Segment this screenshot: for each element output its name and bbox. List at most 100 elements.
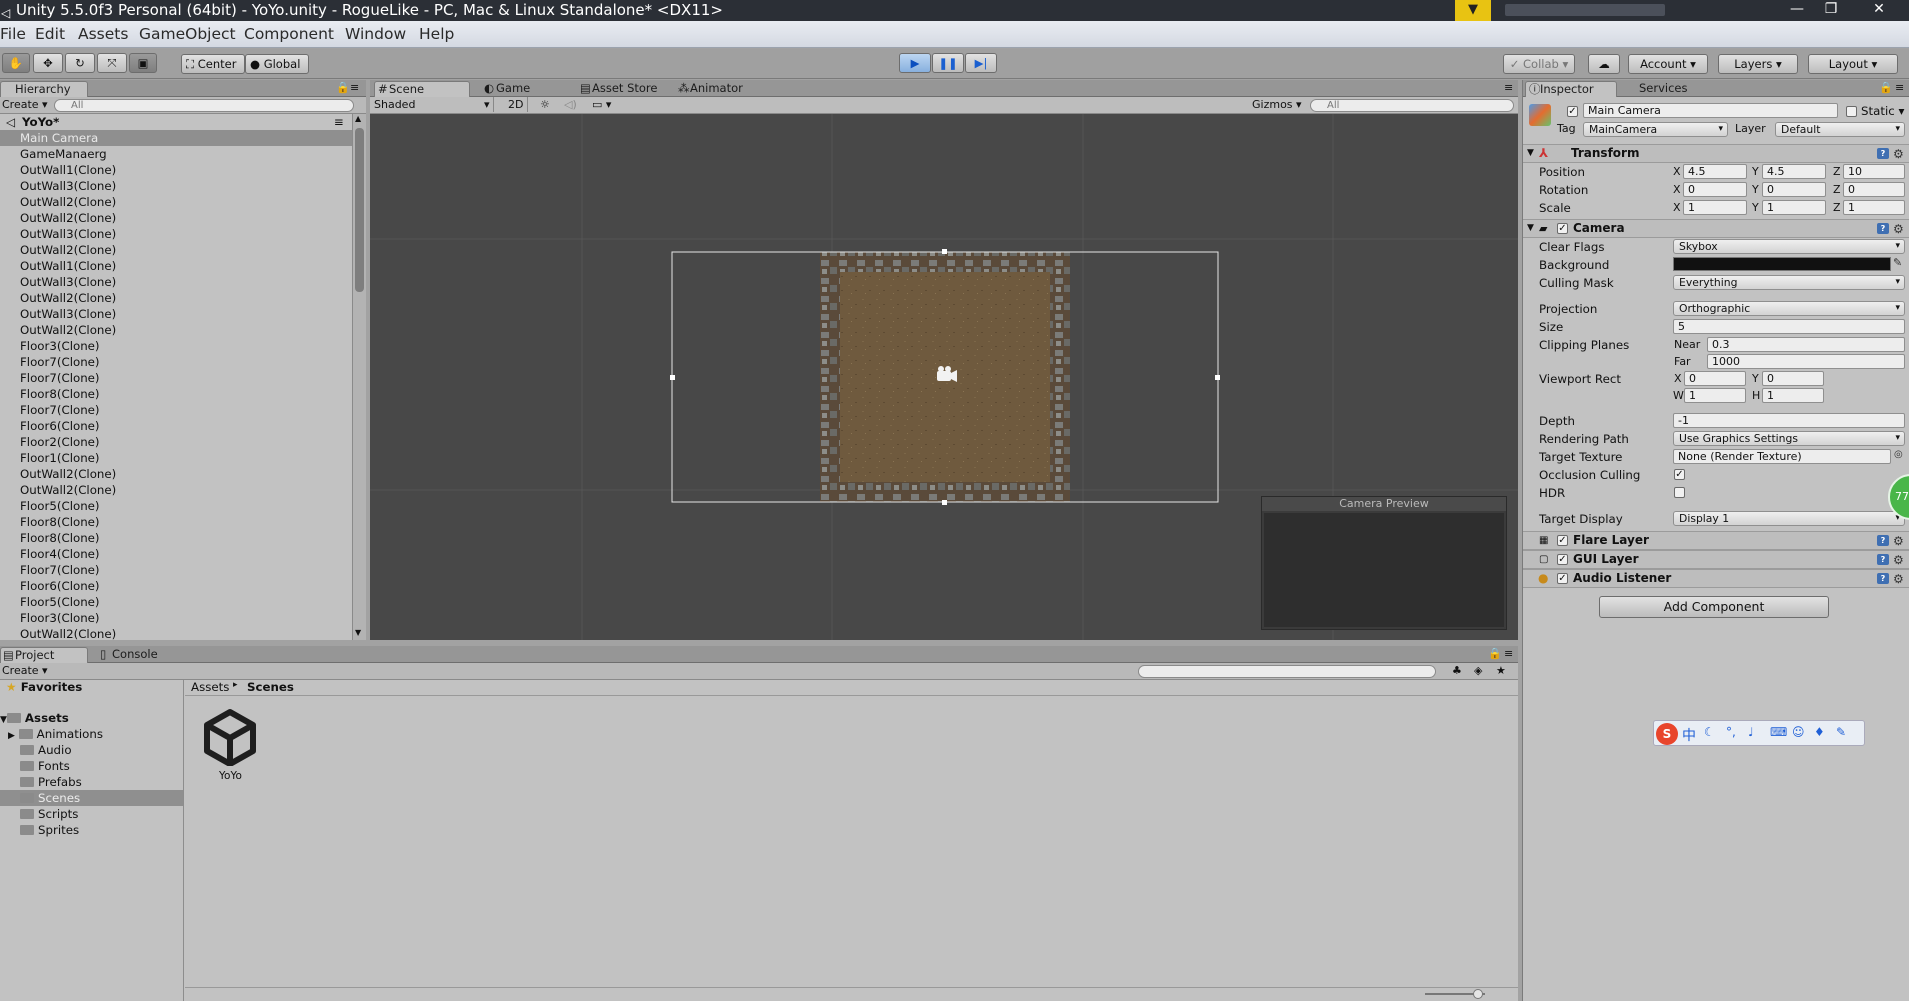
favorite-star-icon[interactable]: ★ (1496, 663, 1506, 678)
hierarchy-item[interactable]: Floor7(Clone) (0, 370, 352, 386)
position-z-input[interactable]: 10 (1843, 164, 1905, 179)
tab-game[interactable]: ◐ Game (482, 81, 556, 97)
clear-flags-dropdown[interactable]: Skybox (1673, 239, 1905, 254)
rendering-path-dropdown[interactable]: Use Graphics Settings (1673, 431, 1905, 446)
breadcrumb-assets[interactable]: Assets (191, 680, 229, 694)
viewport-h-input[interactable]: 1 (1762, 388, 1824, 403)
panel-menu-icon[interactable]: ≡ (1895, 80, 1904, 95)
effects-icon[interactable]: ▭ ▾ (592, 97, 611, 112)
help-icon[interactable]: ? (1877, 573, 1889, 584)
rect-tool-button[interactable]: ▣ (129, 53, 157, 73)
scroll-up-icon[interactable]: ▲ (355, 114, 361, 123)
folder-item[interactable]: Scripts (20, 807, 78, 821)
hierarchy-item[interactable]: Floor8(Clone) (0, 514, 352, 530)
target-display-dropdown[interactable]: Display 1 (1673, 511, 1905, 526)
create-dropdown[interactable]: Create ▾ (2, 663, 48, 678)
hierarchy-item[interactable]: Floor6(Clone) (0, 418, 352, 434)
tab-console[interactable]: ▯ Console (98, 647, 178, 663)
step-button[interactable]: ▶| (965, 53, 997, 73)
hierarchy-item[interactable]: OutWall2(Clone) (0, 210, 352, 226)
2d-toggle[interactable]: 2D (504, 97, 529, 112)
menu-edit[interactable]: Edit (35, 25, 65, 43)
gear-icon[interactable]: ⚙ (1893, 552, 1904, 569)
hierarchy-item[interactable]: Floor7(Clone) (0, 562, 352, 578)
favorites-item[interactable]: ★ Favorites (6, 680, 82, 694)
scene-search-input[interactable]: All (1310, 99, 1514, 112)
viewport-w-input[interactable]: 1 (1684, 388, 1746, 403)
layers-dropdown[interactable]: Layers ▾ (1718, 54, 1798, 74)
collapse-arrow-icon[interactable]: ▼ (1527, 145, 1534, 162)
gear-icon[interactable]: ⚙ (1893, 533, 1904, 550)
hierarchy-scrollbar[interactable]: ▲ ▼ (352, 114, 366, 640)
cloud-button[interactable]: ☁ (1588, 54, 1620, 74)
hierarchy-item[interactable]: Floor8(Clone) (0, 386, 352, 402)
projection-dropdown[interactable]: Orthographic (1673, 301, 1905, 316)
hierarchy-item[interactable]: OutWall3(Clone) (0, 178, 352, 194)
hierarchy-item[interactable]: OutWall2(Clone) (0, 626, 352, 640)
add-component-button[interactable]: Add Component (1599, 596, 1829, 618)
viewport-x-input[interactable]: 0 (1684, 371, 1746, 386)
hierarchy-item[interactable]: OutWall2(Clone) (0, 466, 352, 482)
rect-handle[interactable] (942, 249, 947, 254)
tab-hierarchy[interactable]: Hierarchy (0, 81, 88, 97)
hierarchy-item[interactable]: OutWall2(Clone) (0, 194, 352, 210)
culling-mask-dropdown[interactable]: Everything (1673, 275, 1905, 290)
folder-item[interactable]: Fonts (20, 759, 70, 773)
scene-asset-item[interactable]: YoYo (201, 708, 263, 786)
camera-enabled-checkbox[interactable]: ✓ (1557, 223, 1568, 234)
expand-arrow-icon[interactable]: ▶ (8, 731, 15, 741)
scroll-down-icon[interactable]: ▼ (355, 628, 361, 637)
audio-listener-header[interactable]: ● ✓ Audio Listener ? ⚙ (1523, 569, 1909, 588)
minimize-button[interactable]: — (1780, 0, 1814, 21)
hierarchy-item[interactable]: GameManaerg (0, 146, 352, 162)
flare-layer-checkbox[interactable]: ✓ (1557, 535, 1568, 546)
hierarchy-item[interactable]: Floor5(Clone) (0, 594, 352, 610)
move-tool-button[interactable]: ✥ (33, 53, 63, 73)
gear-icon[interactable]: ⚙ (1893, 571, 1904, 588)
rect-handle[interactable] (1215, 375, 1220, 380)
global-space-button[interactable]: ● Global (245, 54, 309, 74)
scale-x-input[interactable]: 1 (1683, 200, 1747, 215)
help-icon[interactable]: ? (1877, 535, 1889, 546)
lock-icon[interactable]: 🔒 (336, 80, 350, 95)
hierarchy-item[interactable]: Floor5(Clone) (0, 498, 352, 514)
collab-dropdown[interactable]: ✓ Collab ▾ (1503, 54, 1575, 74)
rotation-x-input[interactable]: 0 (1683, 182, 1747, 197)
notification-icon[interactable]: ▼ (1455, 0, 1491, 21)
hierarchy-item[interactable]: Floor6(Clone) (0, 578, 352, 594)
position-y-input[interactable]: 4.5 (1762, 164, 1826, 179)
tab-asset-store[interactable]: ▤ Asset Store (578, 81, 674, 97)
gizmos-dropdown[interactable]: Gizmos ▾ (1252, 97, 1302, 112)
rotation-z-input[interactable]: 0 (1843, 182, 1905, 197)
occlusion-culling-checkbox[interactable]: ✓ (1674, 469, 1685, 480)
target-texture-field[interactable]: None (Render Texture) (1673, 449, 1891, 464)
hierarchy-item[interactable]: OutWall1(Clone) (0, 258, 352, 274)
folder-item[interactable]: Scenes (20, 791, 80, 805)
near-input[interactable]: 0.3 (1707, 337, 1905, 352)
tab-animator[interactable]: ⁂ Animator (676, 81, 756, 97)
moon-icon[interactable]: ☾ (1704, 725, 1715, 739)
position-x-input[interactable]: 4.5 (1683, 164, 1747, 179)
rect-handle[interactable] (942, 500, 947, 505)
folder-item[interactable]: Audio (20, 743, 72, 757)
folder-item[interactable]: Prefabs (20, 775, 82, 789)
tab-scene[interactable]: # Scene (374, 81, 470, 97)
menu-assets[interactable]: Assets (78, 25, 128, 43)
pivot-center-button[interactable]: ⛶ Center (181, 54, 245, 74)
close-button[interactable]: ✕ (1862, 0, 1896, 21)
static-dropdown[interactable]: Static ▾ (1861, 104, 1904, 118)
tab-inspector[interactable]: ⓘ Inspector (1525, 81, 1617, 97)
eyedropper-icon[interactable]: ✎ (1893, 256, 1902, 269)
project-search-input[interactable] (1138, 665, 1436, 678)
rotation-y-input[interactable]: 0 (1762, 182, 1826, 197)
help-icon[interactable]: ? (1877, 223, 1889, 234)
ime-toolbar[interactable]: S 中 ☾ °, ♩ ⌨ ☺ ♦ ✎ (1653, 720, 1865, 746)
hierarchy-item[interactable]: OutWall3(Clone) (0, 226, 352, 242)
breadcrumb-scenes[interactable]: Scenes (247, 680, 294, 694)
size-input[interactable]: 5 (1673, 319, 1905, 334)
hierarchy-item[interactable]: OutWall2(Clone) (0, 290, 352, 306)
wrench-icon[interactable]: ✎ (1836, 725, 1846, 739)
tag-dropdown[interactable]: MainCamera (1583, 122, 1728, 137)
tab-project[interactable]: ▤ Project (0, 647, 88, 663)
hierarchy-search-input[interactable]: All (54, 99, 354, 112)
